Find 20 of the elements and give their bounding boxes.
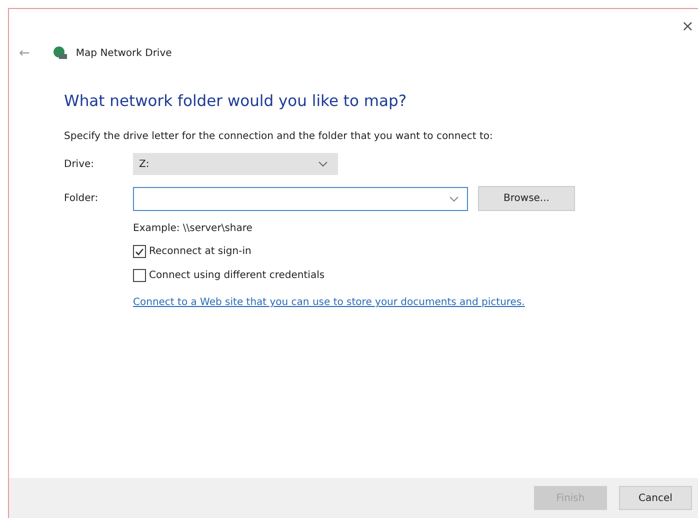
checkbox-option[interactable]: Reconnect at sign-in	[133, 245, 252, 258]
close-button[interactable]: ×	[681, 17, 694, 35]
dialog-button[interactable]: Cancel	[619, 486, 692, 510]
window-title: Map Network Drive	[76, 48, 172, 58]
checkbox[interactable]	[133, 269, 146, 282]
description-text: Specify the drive letter for the connection and the folder that you want to connect to:	[64, 131, 494, 142]
checkbox-option[interactable]: Connect using different credentials	[133, 269, 325, 282]
folder-combobox[interactable]	[133, 186, 468, 210]
page-heading: What network folder would you like to map?	[64, 92, 408, 110]
checkmark-icon	[134, 246, 145, 257]
web-site-link[interactable]: Connect to a Web site that you can use to store your documents and pictures.	[133, 297, 525, 308]
drive-label: Drive:	[64, 158, 96, 170]
browse-button[interactable]: Browse...	[478, 186, 575, 211]
chevron-down-icon	[449, 196, 459, 202]
folder-label: Folder:	[64, 193, 100, 204]
example-text: Example: \\server\share	[133, 223, 254, 234]
chevron-down-icon	[318, 161, 328, 167]
drive-dropdown[interactable]: Z:	[133, 153, 338, 175]
network-drive-icon	[52, 46, 68, 60]
checkbox[interactable]	[133, 245, 146, 258]
